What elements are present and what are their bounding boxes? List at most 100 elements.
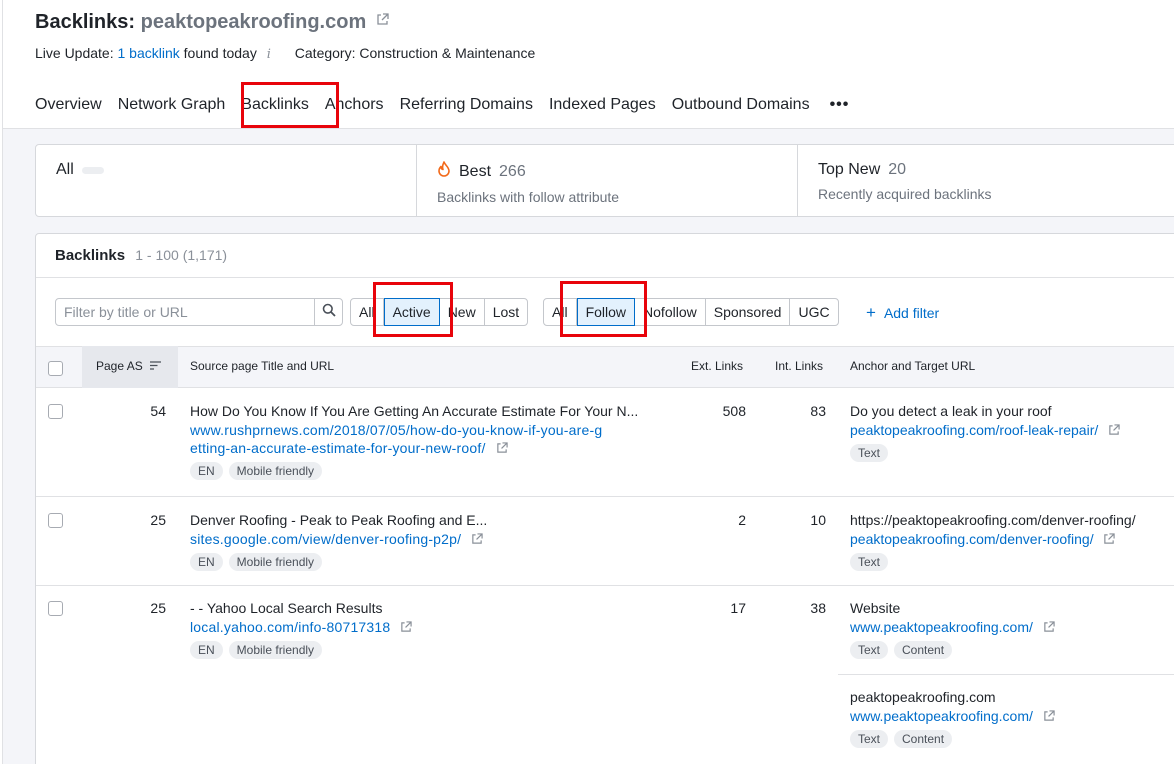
target-url-text: www.peaktopeakroofing.com/ — [850, 619, 1033, 635]
target-url-text: peaktopeakroofing.com/roof-leak-repair/ — [850, 422, 1099, 438]
row-checkbox[interactable] — [48, 513, 63, 528]
anchor-cell: Website www.peaktopeakroofing.com/ Text … — [850, 600, 1055, 659]
mobile-badge: Mobile friendly — [228, 553, 323, 571]
card-top-new-count: 20 — [888, 161, 907, 178]
source-url-text: local.yahoo.com/info-80717318 — [190, 619, 391, 635]
external-link-icon[interactable] — [1043, 620, 1055, 636]
card-top-new-desc: Recently acquired backlinks — [818, 186, 992, 202]
source-url[interactable]: www.rushprnews.com/2018/07/05/how-do-you… — [190, 422, 638, 438]
card-top-new[interactable]: Top New 20 Recently acquired backlinks — [798, 145, 1174, 216]
table-row: 25 Denver Roofing - Peak to Peak Roofing… — [36, 497, 1174, 586]
ext-links-value: 508 — [722, 403, 746, 419]
card-all[interactable]: All — [36, 145, 417, 216]
add-filter-label: Add filter — [883, 305, 940, 321]
select-all-checkbox[interactable] — [48, 361, 63, 376]
search-icon — [322, 303, 336, 322]
source-url-line2: etting-an-accurate-estimate-for-your-new… — [190, 440, 486, 456]
header-page-as-label: Page AS — [96, 359, 143, 373]
info-icon[interactable]: i — [267, 47, 271, 62]
flame-icon — [437, 161, 451, 182]
ext-links-value: 17 — [730, 600, 746, 616]
anchor-cell-second: peaktopeakroofing.com www.peaktopeakroof… — [850, 689, 1055, 748]
page-title: Backlinks: peaktopeakroofing.com — [35, 9, 389, 34]
header-page-as[interactable]: Page AS — [96, 359, 162, 373]
tab-outbound-domains[interactable]: Outbound Domains — [672, 96, 810, 120]
source-title[interactable]: How Do You Know If You Are Getting An Ac… — [190, 403, 638, 419]
type-sponsored[interactable]: Sponsored — [706, 299, 791, 325]
page-as-value: 54 — [150, 403, 166, 419]
status-lost[interactable]: Lost — [485, 299, 527, 325]
row-checkbox[interactable] — [48, 404, 63, 419]
source-cell: - - Yahoo Local Search Results local.yah… — [190, 600, 413, 659]
anchor-cell: Do you detect a leak in your roof peakto… — [850, 403, 1120, 462]
live-update-suffix: found today — [183, 45, 257, 61]
category-label: Category: Construction & Maintenance — [294, 45, 536, 61]
row-checkbox[interactable] — [48, 601, 63, 616]
anchor-content-badge: Content — [894, 730, 953, 748]
type-ugc[interactable]: UGC — [790, 299, 837, 325]
tab-divider — [2, 128, 1174, 129]
search-input[interactable] — [56, 299, 314, 325]
loading-placeholder — [81, 166, 104, 174]
tab-indexed-pages[interactable]: Indexed Pages — [549, 96, 656, 120]
highlight-box-follow — [560, 281, 647, 337]
source-title[interactable]: Denver Roofing - Peak to Peak Roofing an… — [190, 512, 487, 528]
external-link-icon[interactable] — [1108, 423, 1120, 439]
source-url[interactable]: local.yahoo.com/info-80717318 — [190, 619, 413, 636]
page-as-value: 25 — [150, 512, 166, 528]
target-url-text: peaktopeakroofing.com/denver-roofing/ — [850, 531, 1094, 547]
more-tabs-icon[interactable]: ••• — [830, 96, 850, 120]
search-button[interactable] — [314, 299, 342, 325]
title-domain: peaktopeakroofing.com — [140, 11, 367, 33]
anchor-text: Website — [850, 600, 901, 616]
card-best-count: 266 — [499, 162, 526, 180]
header-int-links[interactable]: Int. Links — [775, 359, 823, 373]
live-update-line: Live Update: 1 backlink found today i Ca… — [35, 45, 535, 62]
anchor-type-badge: Text — [850, 444, 889, 462]
language-badge: EN — [190, 641, 223, 659]
anchor-type-badge: Text — [850, 730, 889, 748]
target-url[interactable]: peaktopeakroofing.com/roof-leak-repair/ — [850, 422, 1120, 439]
panel-divider — [36, 277, 1174, 278]
external-link-icon[interactable] — [400, 620, 413, 636]
anchor-text: https://peaktopeakroofing.com/denver-roo… — [850, 512, 1136, 528]
table-row: 54 How Do You Know If You Are Getting An… — [36, 389, 1174, 497]
target-url[interactable]: www.peaktopeakroofing.com/ — [850, 708, 1055, 725]
mobile-badge: Mobile friendly — [228, 462, 323, 480]
int-links-value: 38 — [810, 600, 826, 616]
page-as-value: 25 — [150, 600, 166, 616]
add-filter-button[interactable]: + Add filter — [866, 303, 939, 323]
anchor-type-badge: Text — [850, 553, 889, 571]
external-link-icon[interactable] — [496, 441, 508, 457]
int-links-value: 83 — [810, 403, 826, 419]
int-links-value: 10 — [810, 512, 826, 528]
external-link-icon[interactable] — [376, 9, 389, 32]
card-best-desc: Backlinks with follow attribute — [437, 189, 620, 205]
card-top-new-label: Top New — [818, 161, 881, 178]
external-link-icon[interactable] — [471, 532, 484, 548]
header-ext-links[interactable]: Ext. Links — [691, 359, 743, 373]
ext-links-value: 2 — [738, 512, 746, 528]
target-url[interactable]: peaktopeakroofing.com/denver-roofing/ — [850, 531, 1136, 548]
source-url-cont[interactable]: etting-an-accurate-estimate-for-your-new… — [190, 440, 638, 457]
filter-search — [55, 298, 343, 326]
tab-referring-domains[interactable]: Referring Domains — [400, 96, 533, 120]
header-source[interactable]: Source page Title and URL — [190, 359, 334, 373]
live-update-link[interactable]: 1 backlink — [118, 45, 180, 61]
target-url[interactable]: www.peaktopeakroofing.com/ — [850, 619, 1055, 636]
highlight-box-active — [373, 282, 453, 337]
anchor-content-badge: Content — [894, 641, 953, 659]
header-anchor[interactable]: Anchor and Target URL — [850, 359, 975, 373]
anchor-divider — [838, 674, 1174, 675]
anchor-cell: https://peaktopeakroofing.com/denver-roo… — [850, 512, 1136, 571]
source-title[interactable]: - - Yahoo Local Search Results — [190, 600, 412, 616]
source-url[interactable]: sites.google.com/view/denver-roofing-p2p… — [190, 531, 487, 548]
tab-overview[interactable]: Overview — [35, 96, 102, 120]
sort-icon — [150, 359, 162, 373]
card-best[interactable]: Best 266 Backlinks with follow attribute — [417, 145, 798, 216]
card-all-label: All — [56, 161, 74, 178]
results-range: 1 - 100 (1,171) — [135, 247, 228, 263]
external-link-icon[interactable] — [1043, 709, 1055, 725]
tab-network-graph[interactable]: Network Graph — [118, 96, 226, 120]
external-link-icon[interactable] — [1103, 532, 1116, 548]
